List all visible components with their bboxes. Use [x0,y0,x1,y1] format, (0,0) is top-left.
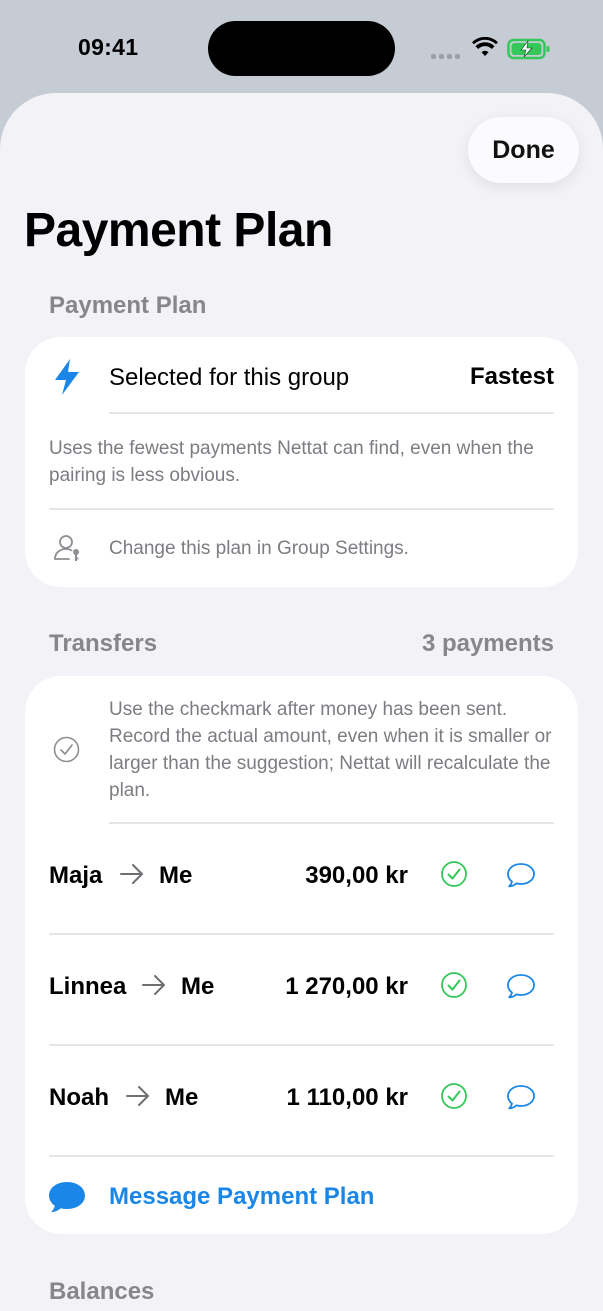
transfer-amount: 1 270,00 kr [285,973,408,1000]
status-time: 09:41 [78,34,139,60]
status-bar: 09:41 [0,0,603,95]
message-payment-plan-label: Message Payment Plan [109,1183,375,1210]
transfer-from: Noah [49,1084,109,1111]
arrow-right-icon [142,975,165,995]
divider [109,412,554,414]
message-button[interactable] [506,861,536,889]
transfers-section-header: Transfers [49,630,158,657]
transfer-to: Me [181,973,215,1000]
selected-plan-label: Selected for this group [109,364,350,391]
message-button[interactable] [506,1083,536,1111]
selected-plan-value: Fastest [469,363,554,390]
mark-paid-button[interactable] [440,1082,468,1110]
message-fill-icon [49,1182,85,1213]
transfer-to: Me [159,862,193,889]
transfer-from: Maja [49,862,103,889]
arrow-right-icon [120,864,143,884]
bolt-icon [55,359,79,395]
checkmark-circle-icon [53,736,80,763]
transfer-row: Noah Me 1 110,00 kr [49,1046,554,1156]
plan-section-header: Payment Plan [49,292,207,319]
transfer-row: Maja Me 390,00 kr [49,824,554,934]
transfer-row: Linnea Me 1 270,00 kr [49,935,554,1045]
arrow-right-icon [126,1086,149,1106]
plan-description: Uses the fewest payments Nettat can find… [49,438,534,486]
payment-plan-sheet: Done Payment Plan Payment Plan Selected … [0,93,603,1311]
mark-paid-button[interactable] [440,971,468,999]
mark-paid-button[interactable] [440,860,468,888]
divider [49,1155,554,1157]
transfer-from: Linnea [49,973,127,1000]
message-payment-plan-button[interactable]: Message Payment Plan [45,1176,545,1222]
cellular-signal-icon [431,47,463,61]
done-button[interactable]: Done [468,117,579,183]
page-title: Payment Plan [24,204,333,257]
wifi-icon [472,37,498,56]
person-key-icon [54,535,79,561]
dynamic-island [208,21,395,76]
divider [49,508,554,510]
transfers-note: Use the checkmark after money has been s… [109,699,552,801]
transfer-amount: 390,00 kr [305,862,408,889]
transfers-card: Use the checkmark after money has been s… [25,676,578,1234]
group-settings-hint: Change this plan in Group Settings. [109,538,409,559]
transfer-to: Me [165,1084,199,1111]
transfers-count: 3 payments [421,630,554,657]
battery-charging-icon [507,38,550,60]
transfer-amount: 1 110,00 kr [286,1084,408,1111]
message-button[interactable] [506,972,536,1000]
plan-card: Selected for this group Fastest Uses the… [25,337,578,587]
balances-section-header: Balances [49,1278,155,1305]
